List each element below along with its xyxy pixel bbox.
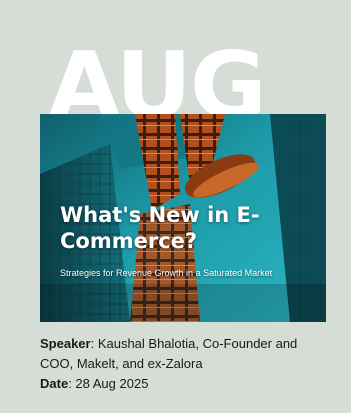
date-value: : 28 Aug 2025 <box>68 376 149 391</box>
speaker-label: Speaker <box>40 336 91 351</box>
date-label: Date <box>40 376 69 391</box>
speaker-line: Speaker: Kaushal Bhalotia, Co-Founder an… <box>40 334 330 374</box>
event-subtitle: Strategies for Revenue Growth in a Satur… <box>60 268 273 278</box>
date-line: Date: 28 Aug 2025 <box>40 374 330 394</box>
month-label: AUG <box>48 40 265 114</box>
event-details: Speaker: Kaushal Bhalotia, Co-Founder an… <box>40 334 330 394</box>
event-title: What's New in E-Commerce? <box>60 203 260 253</box>
event-hero-image: What's New in E-Commerce? Strategies for… <box>40 114 326 322</box>
